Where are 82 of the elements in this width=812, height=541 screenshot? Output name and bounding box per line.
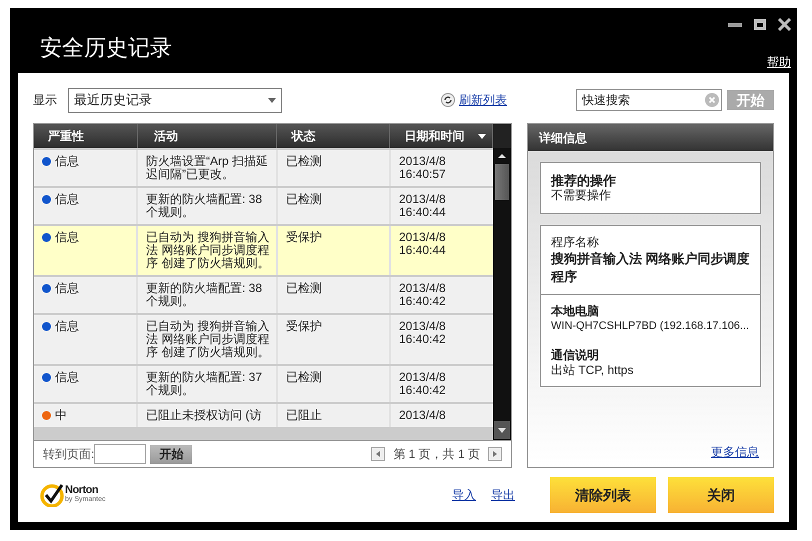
header-corner — [493, 124, 511, 148]
comm-label: 通信说明 — [551, 348, 599, 363]
time-cell: 16:40:44 — [399, 206, 446, 219]
table-row[interactable]: 信息 已自动为 搜狗拼音输入法 网络账户同步调度程序 创建了防火墙规则。 受保护 2013/4/8 16:40:44 — [34, 226, 493, 275]
status-cell: 受保护 — [286, 319, 322, 333]
activity-cell: 防火墙设置“Arp 扫描延迟间隔”已更改。 — [146, 154, 268, 181]
goto-label: 转到页面: — [43, 446, 94, 463]
help-link[interactable]: 帮助 — [767, 53, 791, 71]
activity-cell: 更新的防火墙配置: 37 个规则。 — [146, 370, 262, 397]
footer-link[interactable]: 导出 — [491, 486, 515, 504]
status-cell: 受保护 — [286, 230, 322, 244]
activity-cell: 更新的防火墙配置: 38 个规则。 — [146, 281, 262, 308]
scroll-down-button[interactable] — [494, 421, 510, 439]
scrollbar[interactable] — [493, 148, 511, 440]
date-cell: 2013/4/8 — [399, 409, 446, 422]
local-label: 本地电脑 — [551, 304, 599, 319]
page-indicator: 第 1 页，共 1 页 — [393, 446, 480, 463]
minimize-icon[interactable] — [728, 22, 742, 26]
status-cell: 已阻止 — [286, 408, 322, 422]
date-cell: 2013/4/8 — [399, 155, 446, 168]
search-field[interactable]: 快速搜索 — [576, 89, 722, 111]
time-cell: 16:40:44 — [399, 244, 446, 257]
time-cell: 16:40:57 — [399, 168, 446, 181]
status-cell: 已检测 — [286, 192, 322, 206]
severity-cell: 信息 — [55, 320, 79, 333]
table-row[interactable]: 信息 更新的防火墙配置: 37 个规则。 已检测 2013/4/8 16:40:42 — [34, 366, 493, 402]
severity-cell: 信息 — [55, 371, 79, 384]
scroll-thumb[interactable] — [495, 164, 509, 200]
footer-button[interactable]: 关闭 — [668, 477, 774, 513]
program-name: 搜狗拼音输入法 网络账户同步调度程序 — [551, 250, 750, 286]
view-dropdown[interactable]: 最近历史记录 — [68, 88, 282, 112]
window-title: 安全历史记录 — [40, 34, 172, 62]
comm-value: 出站 TCP, https — [551, 363, 634, 378]
time-cell: 16:40:42 — [399, 384, 446, 397]
time-cell: 16:40:42 — [399, 333, 446, 346]
table-row[interactable]: 信息 已自动为 搜狗拼音输入法 网络账户同步调度程序 创建了防火墙规则。 受保护 2013/4/8 16:40:42 — [34, 315, 493, 364]
severity-cell: 信息 — [55, 282, 79, 295]
activity-cell: 更新的防火墙配置: 38 个规则。 — [146, 192, 262, 219]
scroll-down-icon — [498, 428, 506, 432]
activity-cell: 已阻止未授权访问 (访 — [146, 408, 262, 422]
left-arrow-icon — [376, 451, 380, 457]
more-info-link[interactable]: 更多信息 — [711, 443, 759, 461]
refresh-icon — [441, 93, 455, 107]
severity-cell: 中 — [55, 409, 67, 422]
date-cell: 2013/4/8 — [399, 371, 446, 384]
activity-cell: 已自动为 搜狗拼音输入法 网络账户同步调度程序 创建了防火墙规则。 — [146, 230, 270, 270]
table-row[interactable]: 信息 更新的防火墙配置: 38 个规则。 已检测 2013/4/8 16:40:44 — [34, 188, 493, 224]
status-cell: 已检测 — [286, 154, 322, 168]
date-cell: 2013/4/8 — [399, 282, 446, 295]
caret-icon — [268, 98, 276, 102]
footer-link[interactable]: 导入 — [452, 486, 476, 504]
activity-cell: 已自动为 搜狗拼音输入法 网络账户同步调度程序 创建了防火墙规则。 — [146, 319, 270, 359]
sort-caret-icon — [478, 134, 486, 138]
program-label: 程序名称 — [551, 235, 600, 250]
date-cell: 2013/4/8 — [399, 320, 446, 333]
severity-cell: 信息 — [55, 155, 79, 168]
close-icon[interactable] — [778, 18, 791, 31]
scroll-up-icon[interactable] — [498, 151, 506, 161]
status-cell: 已检测 — [286, 281, 322, 295]
date-cell: 2013/4/8 — [399, 231, 446, 244]
table-row[interactable]: 信息 更新的防火墙配置: 38 个规则。 已检测 2013/4/8 16:40:42 — [34, 277, 493, 313]
details-title: 详细信息 — [528, 124, 773, 151]
next-page-button[interactable] — [488, 447, 502, 461]
page-input[interactable] — [94, 444, 146, 464]
footer-button[interactable]: 清除列表 — [550, 477, 656, 513]
show-label: 显示 — [33, 92, 58, 109]
recommended-title: 推荐的操作 — [551, 173, 617, 188]
time-cell: 16:40:42 — [399, 295, 446, 308]
local-value: WIN-QH7CSHLP7BD (192.168.17.106... — [551, 319, 750, 334]
brand-name: Norton — [65, 485, 100, 495]
status-cell: 已检测 — [286, 370, 322, 384]
table-row[interactable]: 中 已阻止未授权访问 (访 已阻止 2013/4/8 — [34, 404, 493, 427]
maximize-icon[interactable] — [754, 19, 766, 30]
right-arrow-icon — [493, 451, 497, 457]
date-cell: 2013/4/8 — [399, 193, 446, 206]
table-row[interactable]: 信息 防火墙设置“Arp 扫描延迟间隔”已更改。 已检测 2013/4/8 16:40:57 — [34, 150, 493, 186]
recommended-value: 不需要操作 — [551, 188, 612, 203]
severity-cell: 信息 — [55, 193, 79, 206]
prev-page-button[interactable] — [371, 447, 386, 461]
go-button[interactable]: 开始 — [150, 444, 192, 464]
refresh-link[interactable]: 刷新列表 — [459, 91, 507, 109]
severity-cell: 信息 — [55, 231, 79, 244]
